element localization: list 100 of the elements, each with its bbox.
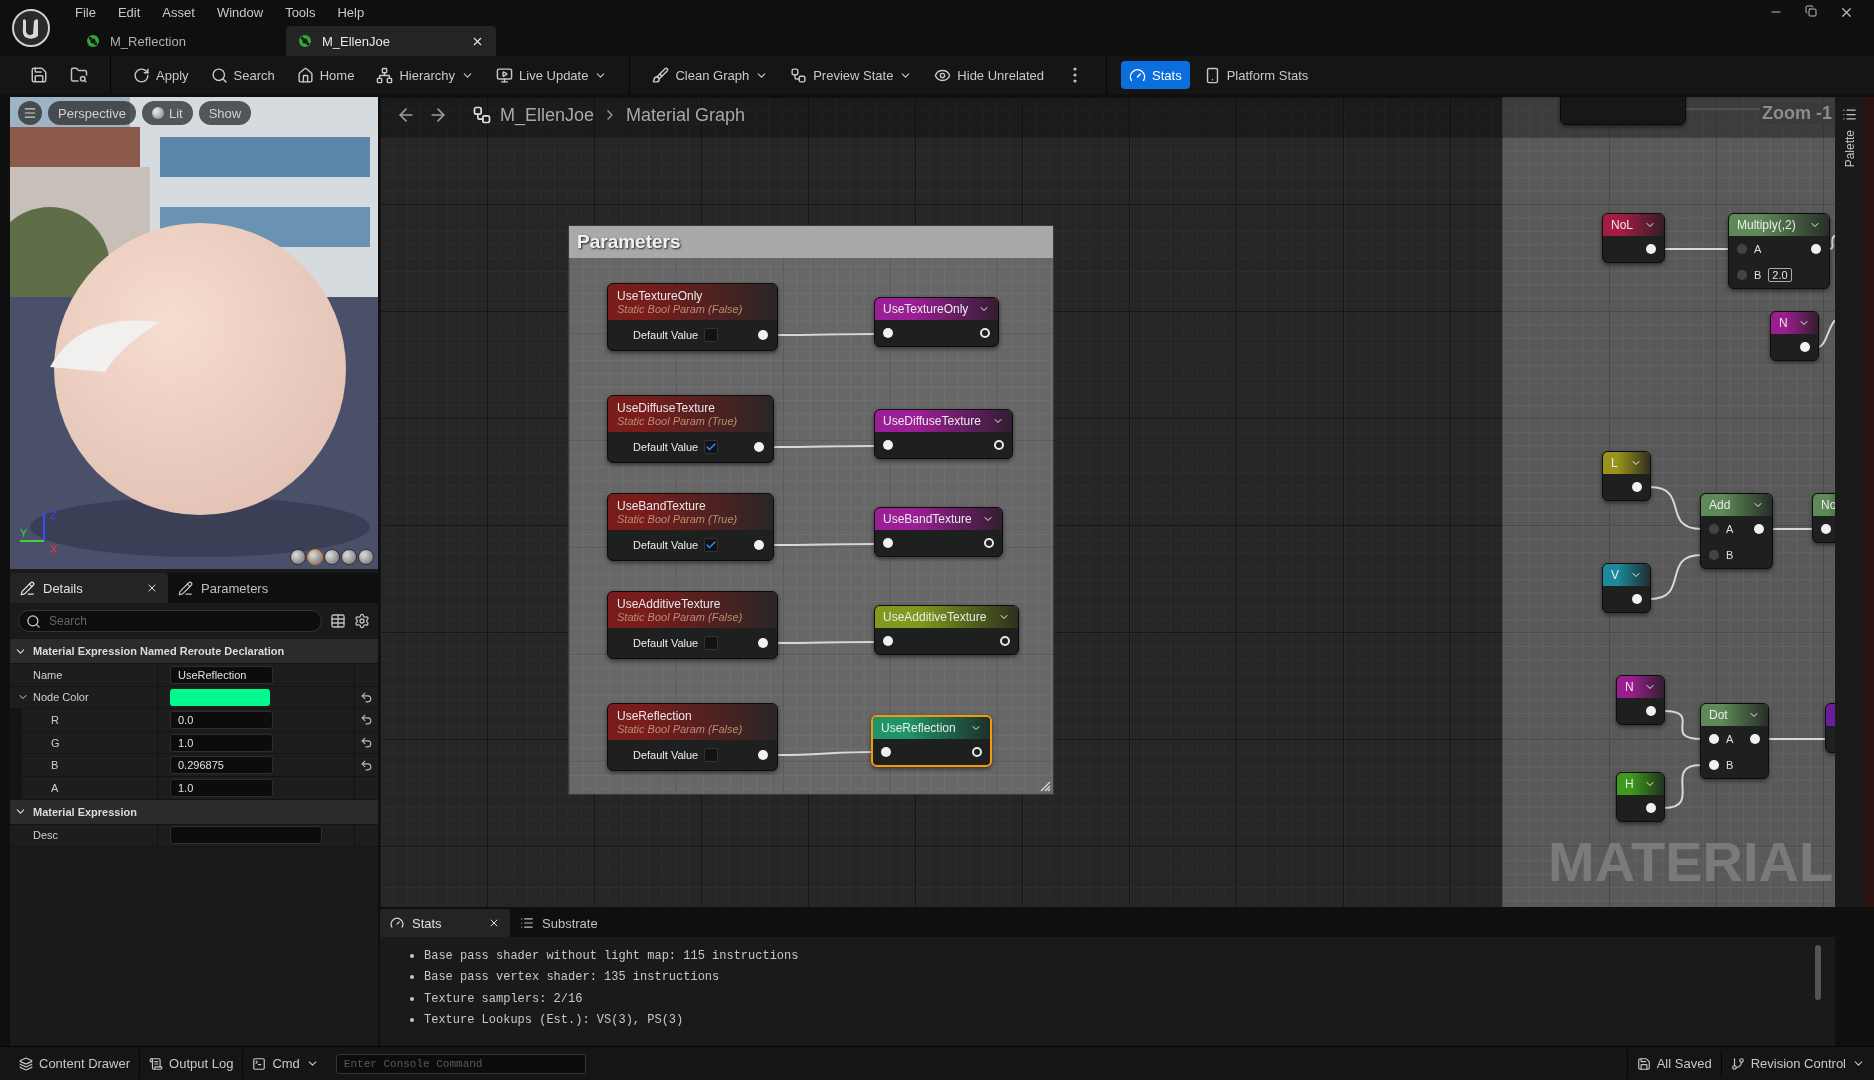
menu-item[interactable]: Tools — [285, 4, 328, 20]
section-title: Material Expression Named Reroute Declaration — [33, 645, 285, 657]
node-title: No — [1821, 498, 1835, 512]
pin-value-field[interactable]: 2.0 — [1768, 268, 1792, 282]
operation-node[interactable]: Multiply(,2) A B 2.0 — [1728, 213, 1830, 289]
property-label: B — [51, 759, 59, 772]
operation-node[interactable]: Add A B — [1700, 493, 1773, 569]
pin-label: B — [1726, 549, 1734, 561]
field-label: Default Value — [633, 539, 699, 551]
reroute-node[interactable]: UseDiffuseTexture — [874, 409, 1013, 459]
node-title: UseTextureOnly — [617, 289, 704, 303]
value-field[interactable]: 1.0 — [170, 778, 273, 797]
value-field[interactable]: 1.0 — [170, 733, 273, 752]
cmd-button[interactable]: Cmd — [243, 1049, 328, 1078]
toolbar-button[interactable]: Clean Graph — [644, 61, 777, 89]
reroute-node[interactable]: UseReflection — [871, 715, 992, 767]
variable-node[interactable]: V — [1602, 563, 1651, 613]
property-label: R — [51, 714, 59, 726]
property-label: G — [51, 736, 60, 749]
viewport-button[interactable]: Lit — [141, 101, 193, 125]
node-title: UseReflection — [617, 709, 693, 723]
node-title: Dot — [1709, 708, 1728, 722]
section-title: Material Expression — [33, 805, 137, 818]
pin-label: A — [1726, 523, 1734, 535]
node-subtitle: Static Bool Param (False) — [617, 303, 744, 315]
stat-line: Texture Lookups (Est.): VS(3), PS(3) — [424, 1013, 684, 1028]
breadcrumb-current: Material Graph — [626, 104, 746, 126]
toolbar-button[interactable]: Live Update — [488, 61, 616, 89]
node-subtitle: Static Bool Param (True) — [617, 513, 739, 525]
node-subtitle: Static Bool Param (True) — [617, 415, 739, 427]
console-input[interactable]: Enter Console Command — [335, 1053, 586, 1074]
comment-title: Parameters — [577, 231, 681, 253]
panel-tab[interactable]: Details — [10, 573, 168, 603]
panel-tab[interactable]: Substrate — [510, 909, 630, 937]
toolbar-button[interactable]: Platform Stats — [1195, 61, 1317, 89]
node-title: Add — [1709, 498, 1731, 512]
toolbar-button[interactable]: Search — [202, 61, 283, 89]
menu-item[interactable]: File — [75, 4, 108, 20]
value-field[interactable]: 0.296875 — [170, 756, 273, 775]
node-title: UseBandTexture — [883, 512, 972, 526]
field-label: Default Value — [633, 329, 699, 341]
node-title: UseDiffuseTexture — [883, 414, 981, 428]
status-button[interactable]: Revision Control — [1720, 1049, 1874, 1078]
status-button[interactable]: Output Log — [140, 1049, 244, 1078]
pin-label: B — [1726, 759, 1734, 771]
value-field[interactable]: 0.0 — [170, 711, 273, 729]
node-title: UseBandTexture — [617, 499, 707, 513]
menu-item[interactable]: Help — [337, 4, 377, 20]
parameter-node[interactable]: UseBandTexture Static Bool Param (True) Default Value — [607, 493, 774, 561]
reroute-node[interactable]: UseBandTexture — [874, 507, 1003, 557]
field-label: Default Value — [633, 637, 699, 649]
palette-tab[interactable]: Palette — [1842, 130, 1857, 168]
breadcrumb-link[interactable]: M_EllenJoe — [500, 104, 595, 126]
toolbar-button[interactable]: Preview State — [782, 61, 921, 89]
parameter-node[interactable]: UseAdditiveTexture Static Bool Param (False) Default Value — [607, 591, 778, 659]
property-label: Name — [33, 668, 63, 681]
node-title: UseDiffuseTexture — [617, 401, 716, 415]
parameter-node[interactable]: UseDiffuseTexture Static Bool Param (True) Default Value — [607, 395, 774, 463]
axis-label: Y — [20, 527, 28, 539]
status-button[interactable]: All Saved — [1626, 1049, 1721, 1078]
document-tab[interactable]: M_EllenJoe — [286, 26, 496, 56]
value-field[interactable]: UseReflection — [170, 665, 273, 684]
node-subtitle: Static Bool Param (False) — [617, 611, 744, 623]
node-subtitle: Static Bool Param (False) — [617, 723, 744, 735]
toolbar-button[interactable]: Apply — [125, 61, 197, 89]
axis-label: Z — [50, 509, 57, 521]
status-button[interactable]: Content Drawer — [10, 1049, 141, 1078]
tab-label: M_Reflection — [110, 33, 186, 49]
node-title: L — [1611, 456, 1618, 470]
toolbar-button[interactable]: Stats — [1121, 61, 1190, 89]
toolbar-button[interactable]: Hide Unrelated — [926, 61, 1053, 89]
variable-node[interactable]: N — [1770, 311, 1819, 361]
node-title: UseTextureOnly — [883, 302, 969, 316]
variable-node[interactable]: N — [1616, 675, 1665, 725]
parameter-node[interactable]: UseTextureOnly Static Bool Param (False) Default Value — [607, 283, 778, 351]
tab-label: M_EllenJoe — [322, 33, 390, 49]
reroute-node[interactable]: UseTextureOnly — [874, 297, 999, 347]
stat-line: Texture samplers: 2/16 — [424, 991, 583, 1006]
node-title: UseAdditiveTexture — [617, 597, 722, 611]
menu-item[interactable]: Edit — [117, 4, 153, 20]
viewport-button[interactable]: Perspective — [48, 101, 136, 125]
node-title: N — [1625, 680, 1634, 694]
document-tab[interactable]: M_Reflection — [74, 26, 284, 56]
stat-line: Base pass shader without light map: 115 instructions — [424, 948, 799, 963]
node-title: V — [1611, 568, 1619, 582]
menu-item[interactable]: Asset — [162, 4, 207, 20]
panel-tab[interactable]: Stats — [380, 909, 510, 937]
pin-label: B — [1754, 269, 1762, 281]
variable-node[interactable]: NoL — [1602, 213, 1665, 263]
menu-item[interactable]: Window — [216, 4, 276, 20]
search-field[interactable]: Search — [18, 610, 322, 632]
operation-node[interactable]: Dot A B — [1700, 703, 1769, 779]
axis-label: X — [50, 543, 58, 555]
panel-tab[interactable]: Parameters — [168, 573, 326, 603]
toolbar-button[interactable]: Home — [288, 61, 363, 89]
toolbar-button[interactable]: Hierarchy — [368, 61, 483, 89]
property-label: A — [51, 781, 59, 794]
field-label: Default Value — [633, 441, 699, 453]
stat-line: Base pass vertex shader: 135 instructions — [424, 970, 720, 985]
parameter-node[interactable]: UseReflection Static Bool Param (False) Default Value — [607, 703, 778, 771]
